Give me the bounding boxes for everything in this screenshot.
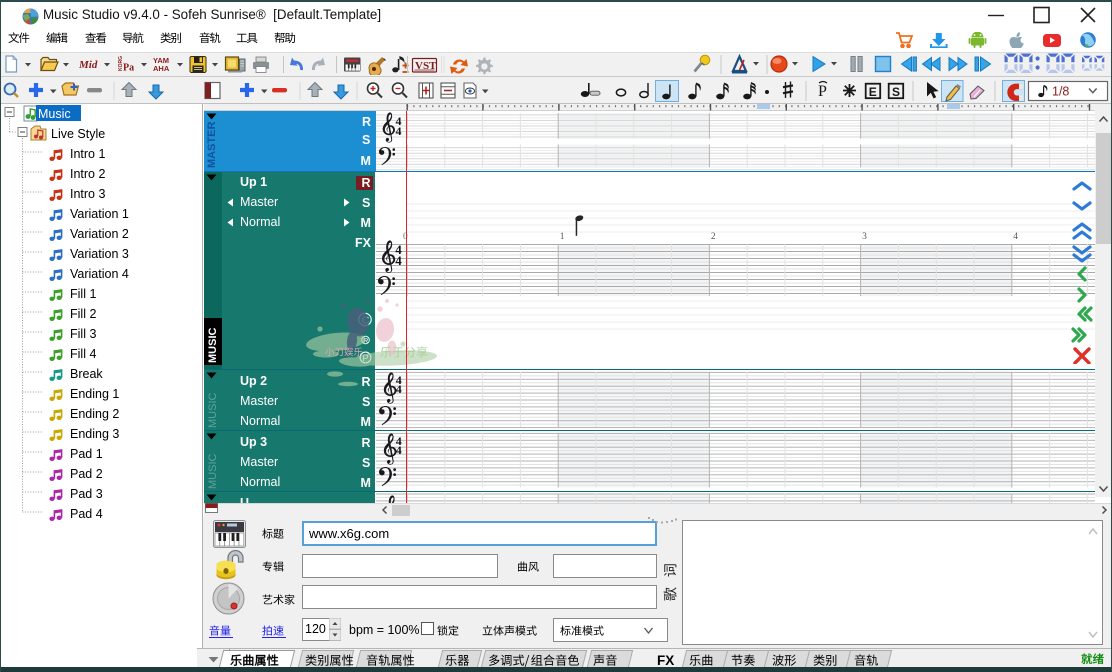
svg-text:E: E: [869, 85, 877, 99]
svg-text:AHA: AHA: [153, 64, 170, 73]
svg-text:Mid: Mid: [78, 59, 98, 71]
svg-text:P: P: [818, 83, 827, 100]
svg-text:S: S: [892, 85, 900, 99]
svg-text:1/8: 1/8: [1052, 85, 1069, 99]
svg-text:Pa: Pa: [123, 63, 134, 74]
